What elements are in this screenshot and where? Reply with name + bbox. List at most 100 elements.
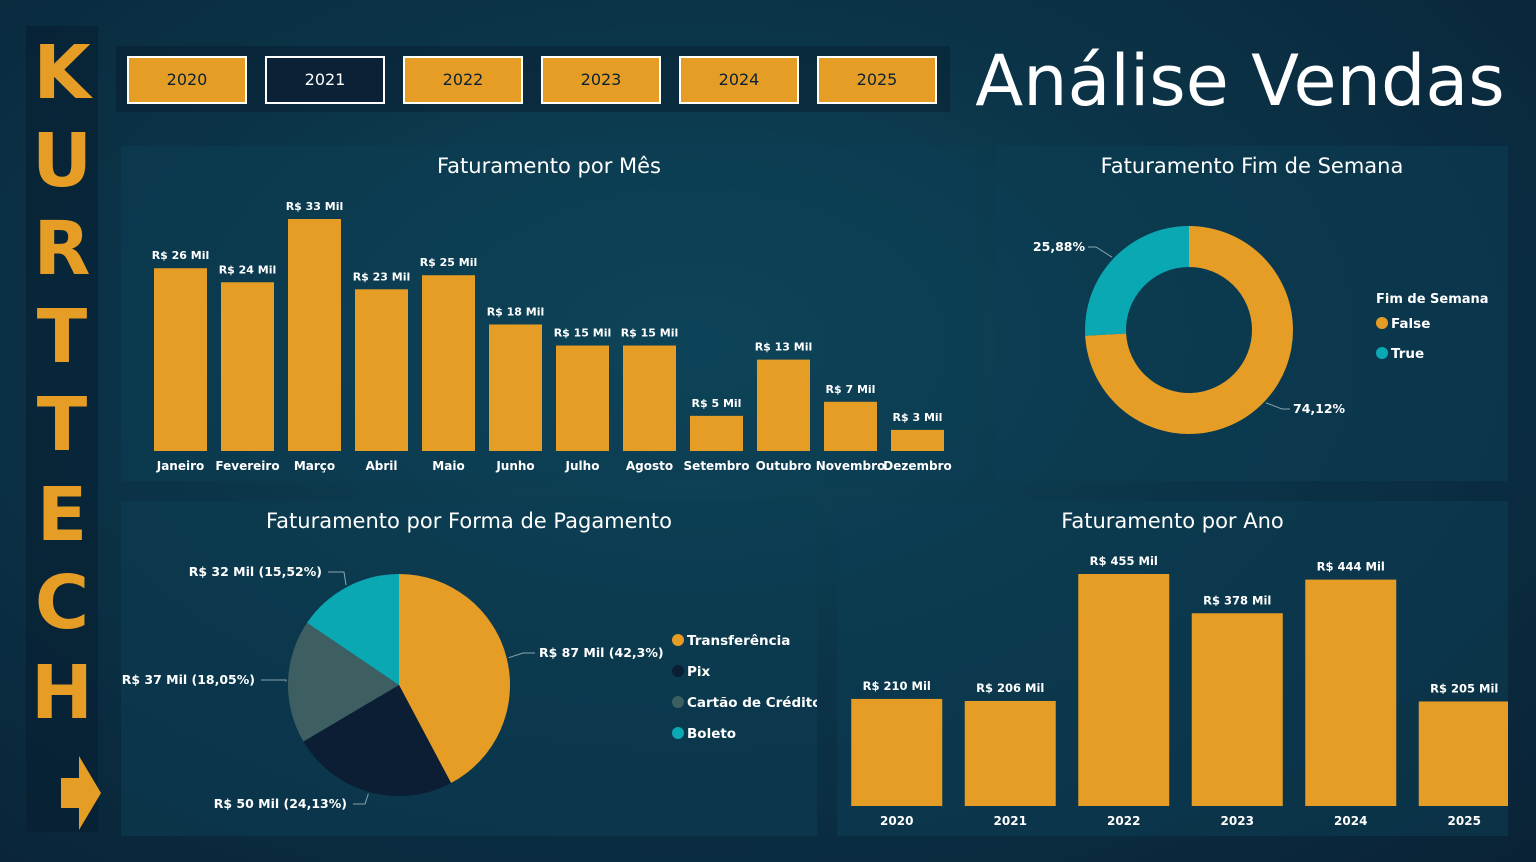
bar-Maio[interactable] [422,275,475,451]
brand-letter: U [31,118,93,204]
legend-item[interactable]: Pix [687,664,711,680]
legend-marker[interactable] [1376,347,1388,359]
payment-revenue-chart: R$ 87 Mil (42,3%) R$ 50 Mil (24,13%) R$ 37… [122,564,822,811]
legend-item[interactable]: False [1391,316,1430,332]
bar-data-label: R$ 205 Mil [1430,681,1498,695]
year-button-2023[interactable]: 2023 [541,56,661,104]
leader-line [1265,402,1290,410]
legend-marker[interactable] [672,634,684,646]
yearly-chart-title: Faturamento por Ano [1061,509,1284,533]
legend-marker[interactable] [672,727,684,739]
year-button-2025[interactable]: 2025 [817,56,937,104]
legend-marker[interactable] [672,696,684,708]
monthly-chart-title: Faturamento por Mês [437,154,661,178]
leader-line [353,793,369,805]
x-tick-label: 2020 [880,814,913,828]
yearly-revenue-chart: R$ 210 Mil 2020 R$ 206 Mil 2021 R$ 455 Mil 20… [851,554,1510,828]
slice-data-label: 25,88% [1033,239,1086,254]
x-tick-label: Fevereiro [215,459,279,473]
slice-data-label: R$ 32 Mil (15,52%) [189,564,322,579]
x-tick-label: 2025 [1448,814,1481,828]
leader-line [1088,246,1113,258]
brand-sidebar: KURTTECH [26,26,101,832]
bar-data-label: R$ 25 Mil [420,256,478,269]
brand-letter: K [33,30,91,116]
monthly-revenue-panel: Faturamento por Mês R$ 26 Mil Janeiro R$ 2… [121,146,977,481]
bar-data-label: R$ 3 Mil [893,411,943,424]
x-tick-label: 2023 [1221,814,1254,828]
weekend-revenue-chart: 74,12% 25,88% Fim de Semana False True [1033,226,1489,434]
bar-2024[interactable] [1305,579,1397,806]
bar-data-label: R$ 23 Mil [353,270,411,283]
x-tick-label: 2022 [1107,814,1140,828]
x-tick-label: Julho [565,459,600,473]
x-tick-label: 2021 [994,814,1027,828]
year-button-2024[interactable]: 2024 [679,56,799,104]
x-tick-label: Março [294,459,335,473]
bar-data-label: R$ 26 Mil [152,249,210,262]
year-button-2022[interactable]: 2022 [403,56,523,104]
year-button-2021[interactable]: 2021 [265,56,385,104]
leader-line [328,571,347,586]
bar-Setembro[interactable] [690,415,743,451]
page-title: Análise Vendas [975,40,1505,122]
bar-Abril[interactable] [355,289,408,451]
x-tick-label: Maio [432,459,464,473]
bar-Março[interactable] [288,219,341,451]
bar-data-label: R$ 15 Mil [621,327,679,340]
leader-line [508,652,535,659]
brand-letter: R [33,206,91,292]
monthly-revenue-chart: R$ 26 Mil Janeiro R$ 24 Mil Fevereiro R$ 33 … [152,200,952,473]
bar-Dezembro[interactable] [891,429,944,451]
x-tick-label: Agosto [626,459,673,473]
slice-data-label: 74,12% [1293,401,1346,416]
legend-item[interactable]: True [1391,346,1424,362]
bar-Novembro[interactable] [824,401,877,451]
bar-Outubro[interactable] [757,359,810,451]
bar-2020[interactable] [851,698,943,806]
year-button-2020[interactable]: 2020 [127,56,247,104]
brand-letter: C [34,560,90,646]
bar-data-label: R$ 444 Mil [1317,560,1385,574]
bar-2025[interactable] [1418,701,1510,806]
x-tick-label: Outubro [756,459,812,473]
brand-letter: E [36,472,88,558]
slice-data-label: R$ 87 Mil (42,3%) [539,645,664,660]
bar-Junho[interactable] [489,324,542,451]
bar-Julho[interactable] [556,345,609,451]
bar-data-label: R$ 24 Mil [219,263,277,276]
bar-2023[interactable] [1191,613,1283,806]
legend-marker[interactable] [1376,317,1388,329]
bar-data-label: R$ 210 Mil [863,679,931,693]
payment-revenue-panel: Faturamento por Forma de Pagamento R$ 87… [121,501,822,836]
legend-marker[interactable] [672,665,684,677]
legend-title: Fim de Semana [1376,292,1489,307]
brand-letter: T [36,382,88,468]
x-tick-label: Janeiro [156,459,205,473]
bar-Fevereiro[interactable] [221,282,274,451]
leader-line [261,679,287,682]
bar-2021[interactable] [964,700,1056,806]
bar-Janeiro[interactable] [154,268,207,451]
x-tick-label: Abril [365,459,397,473]
bar-data-label: R$ 206 Mil [976,681,1044,695]
bar-data-label: R$ 33 Mil [286,200,344,213]
bar-data-label: R$ 7 Mil [826,383,876,396]
weekend-chart-title: Faturamento Fim de Semana [1100,154,1404,178]
x-tick-label: Setembro [684,459,750,473]
brand-letter: T [36,294,88,380]
bar-Agosto[interactable] [623,345,676,451]
legend-item[interactable]: Transferência [687,633,790,649]
x-tick-label: Junho [495,459,534,473]
slice-data-label: R$ 37 Mil (18,05%) [122,672,255,687]
x-tick-label: 2024 [1334,814,1367,828]
bar-2022[interactable] [1078,574,1170,806]
legend-item[interactable]: Cartão de Crédito [687,695,821,711]
x-tick-label: Novembro [816,459,886,473]
arrow-right-icon[interactable] [61,756,101,830]
bar-data-label: R$ 18 Mil [487,305,545,318]
brand-letter: H [31,650,93,736]
slice-true[interactable] [1085,226,1189,336]
yearly-revenue-panel: Faturamento por Ano R$ 210 Mil 2020 R$ 206… [837,501,1510,836]
legend-item[interactable]: Boleto [687,726,736,742]
